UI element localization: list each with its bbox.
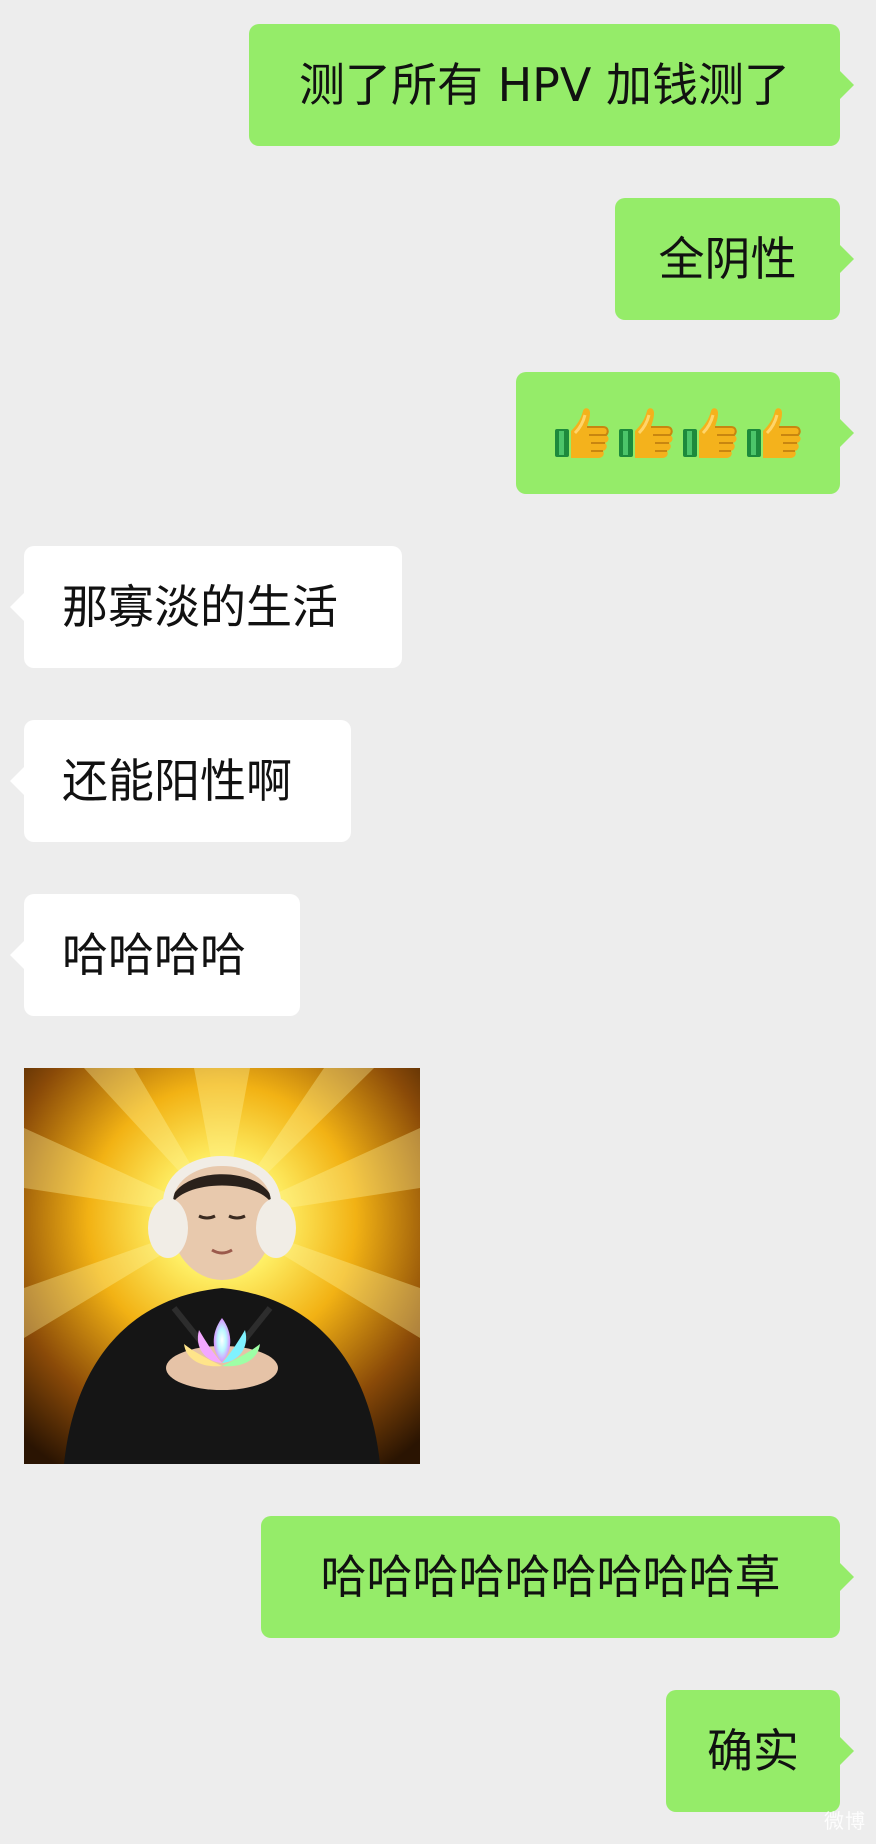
message-text: 那寡淡的生活	[62, 580, 338, 634]
message-text: 哈哈哈哈哈哈哈哈哈草	[320, 1550, 781, 1604]
message-text: 确实	[707, 1724, 799, 1778]
watermark: 微博	[824, 1809, 866, 1833]
message-text: 还能阳性啊	[62, 754, 292, 808]
thumbs-up-icon	[555, 408, 609, 458]
incoming-message[interactable]: 还能阳性啊	[10, 720, 351, 842]
incoming-message[interactable]: 哈哈哈哈	[10, 894, 300, 1016]
thumbs-up-icon	[683, 408, 737, 458]
message-text: 哈哈哈哈	[62, 928, 246, 982]
message-text: 测了所有 HPV 加钱测了	[298, 58, 791, 112]
outgoing-emoji-message[interactable]	[516, 372, 854, 494]
chat-area: 测了所有 HPV 加钱测了 全阴性 那寡淡的生活 还能阳性啊 哈哈哈哈 哈哈哈哈…	[0, 0, 876, 1844]
thumbs-up-icon	[747, 408, 801, 458]
incoming-message[interactable]: 那寡淡的生活	[10, 546, 402, 668]
thumbs-up-icon	[619, 408, 673, 458]
outgoing-message[interactable]: 哈哈哈哈哈哈哈哈哈草	[261, 1516, 854, 1638]
outgoing-message[interactable]: 确实	[666, 1690, 854, 1812]
outgoing-message[interactable]: 测了所有 HPV 加钱测了	[249, 24, 854, 146]
sticker-illustration	[24, 1068, 420, 1464]
message-text: 全阴性	[658, 232, 797, 286]
outgoing-message[interactable]: 全阴性	[615, 198, 854, 320]
sticker-image[interactable]	[24, 1068, 420, 1464]
thumbs-up-row	[516, 372, 840, 494]
